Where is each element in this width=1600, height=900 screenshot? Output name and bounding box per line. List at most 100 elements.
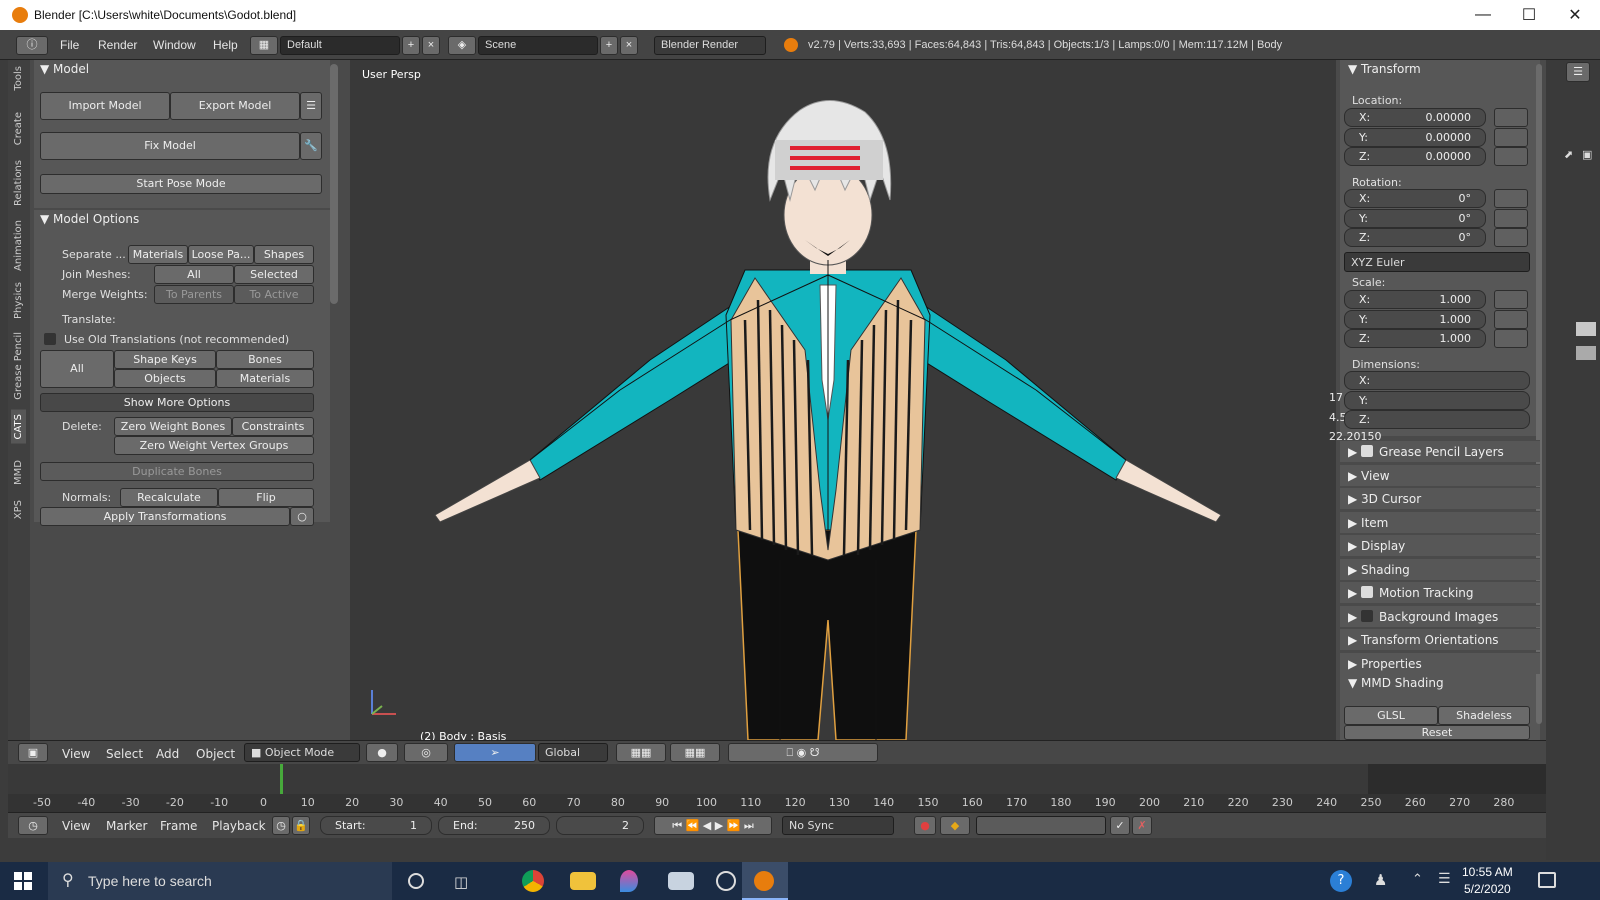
view3d-menu-add[interactable]: Add: [156, 747, 179, 761]
model-menu-icon[interactable]: ☰: [300, 92, 322, 120]
sync-select[interactable]: No Sync: [782, 816, 894, 835]
add-scene-icon[interactable]: +: [600, 36, 618, 55]
playback-controls[interactable]: ⏮ ⏪ ◀ ▶ ⏩ ⏭: [654, 816, 772, 835]
tab-mmd[interactable]: MMD: [13, 460, 24, 485]
record-icon[interactable]: ●: [914, 816, 936, 835]
remove-scene-icon[interactable]: ×: [620, 36, 638, 55]
transform-header[interactable]: ▼ Transform: [1348, 62, 1421, 76]
help-icon[interactable]: ?: [1330, 870, 1352, 892]
lock-icon[interactable]: [1494, 147, 1528, 166]
panel-motion-tracking[interactable]: ▶ Motion Tracking: [1340, 581, 1540, 603]
chrome-icon[interactable]: [522, 870, 544, 892]
pivot-icon[interactable]: ◎: [404, 743, 448, 762]
lock-icon[interactable]: [1494, 228, 1528, 247]
tab-grease-pencil[interactable]: Grease Pencil: [13, 332, 24, 400]
view3d-menu-view[interactable]: View: [62, 747, 90, 761]
maximize-icon[interactable]: ☐: [1506, 0, 1552, 30]
tab-create[interactable]: Create: [13, 112, 24, 145]
timeline-menu-playback[interactable]: Playback: [212, 819, 266, 833]
shape-keys-button[interactable]: Shape Keys: [114, 350, 216, 369]
timeline-menu-frame[interactable]: Frame: [160, 819, 197, 833]
rotation-mode-select[interactable]: XYZ Euler: [1344, 252, 1530, 272]
translate-all-button[interactable]: All: [40, 350, 114, 388]
lock-icon[interactable]: [1494, 329, 1528, 348]
import-model-button[interactable]: Import Model: [40, 92, 170, 120]
zero-weight-groups-button[interactable]: Zero Weight Vertex Groups: [114, 436, 314, 455]
taskbar-search[interactable]: ⚲ Type here to search: [48, 862, 392, 900]
recalculate-button[interactable]: Recalculate: [120, 488, 218, 507]
dim-x-field[interactable]: X:17.07574: [1329, 371, 1530, 404]
viewport-shading-icon[interactable]: ●: [366, 743, 398, 762]
zero-weight-bones-button[interactable]: Zero Weight Bones: [114, 417, 232, 436]
add-layout-icon[interactable]: +: [402, 36, 420, 55]
panel-3d-cursor[interactable]: ▶ 3D Cursor: [1340, 487, 1540, 509]
camera-icon[interactable]: ▣: [1582, 148, 1592, 161]
scale-x-field[interactable]: X: 1.000: [1344, 290, 1486, 309]
flip-button[interactable]: Flip: [218, 488, 314, 507]
viewport-3d[interactable]: User Persp (2) Body : Basis: [350, 60, 1336, 743]
join-selected-button[interactable]: Selected: [234, 265, 314, 284]
lock-icon[interactable]: [1494, 309, 1528, 329]
app-icon[interactable]: [668, 872, 694, 890]
bones-button[interactable]: Bones: [216, 350, 314, 369]
location-x-field[interactable]: X: 0.00000: [1344, 108, 1486, 127]
separate-materials-button[interactable]: Materials: [128, 245, 188, 264]
notifications-icon[interactable]: [1538, 872, 1556, 888]
lock-icon[interactable]: 🔒: [292, 816, 310, 835]
apply-transformations-button[interactable]: Apply Transformations: [40, 507, 290, 526]
blender-task[interactable]: [742, 862, 788, 900]
rotation-y-field[interactable]: Y: 0°: [1344, 208, 1486, 228]
panel-toggle-checkbox[interactable]: [1361, 609, 1374, 622]
unity-icon[interactable]: [716, 871, 736, 891]
menu-file[interactable]: File: [60, 38, 79, 52]
panel-properties[interactable]: ▶ Properties: [1340, 651, 1540, 674]
orientation-select[interactable]: Global: [538, 743, 608, 762]
objects-button[interactable]: Objects: [114, 369, 216, 388]
dim-z-field[interactable]: Z: 22.20150: [1329, 410, 1530, 443]
start-pose-mode-button[interactable]: Start Pose Mode: [40, 174, 322, 194]
layout-icon[interactable]: ▦: [250, 36, 278, 55]
separate-loose-button[interactable]: Loose Pa...: [188, 245, 254, 264]
show-more-options-button[interactable]: Show More Options: [40, 393, 314, 412]
glsl-button[interactable]: GLSL: [1344, 706, 1438, 725]
paint-icon[interactable]: [620, 870, 638, 892]
current-frame-field[interactable]: 2: [556, 816, 644, 835]
timeline-menu-marker[interactable]: Marker: [106, 819, 147, 833]
scene-icon[interactable]: ◈: [448, 36, 476, 55]
constraints-button[interactable]: Constraints: [232, 417, 314, 436]
tab-relations[interactable]: Relations: [13, 160, 24, 206]
timeline-editor-icon[interactable]: ◷: [18, 816, 48, 835]
panel-view[interactable]: ▶ View: [1340, 463, 1540, 486]
old-translations-checkbox[interactable]: [44, 333, 56, 345]
shadeless-button[interactable]: Shadeless: [1438, 706, 1530, 725]
tab-xps[interactable]: XPS: [13, 500, 24, 519]
tab-tools[interactable]: Tools: [13, 66, 24, 91]
join-all-button[interactable]: All: [154, 265, 234, 284]
people-icon[interactable]: ♟: [1374, 871, 1387, 889]
panel-background-images[interactable]: ▶ Background Images: [1340, 604, 1540, 627]
object-mode-select[interactable]: ■ Object Mode: [244, 743, 360, 762]
materials-translate-button[interactable]: Materials: [216, 369, 314, 388]
dim-y-field[interactable]: Y:4.56955: [1329, 390, 1530, 424]
lock-icon[interactable]: [1494, 208, 1528, 228]
panel-display[interactable]: ▶ Display: [1340, 534, 1540, 556]
layout-field[interactable]: Default: [280, 36, 400, 55]
task-view-icon[interactable]: ◫: [454, 873, 468, 891]
panel-grease-pencil-layers[interactable]: ▶ Grease Pencil Layers: [1340, 440, 1540, 462]
mmd-shading-header[interactable]: ▼ MMD Shading: [1348, 676, 1444, 690]
cortana-icon[interactable]: [408, 873, 424, 889]
file-explorer-icon[interactable]: [570, 872, 596, 890]
delete-keyframe-icon[interactable]: ✗: [1132, 816, 1152, 835]
view3d-menu-object[interactable]: Object: [196, 747, 235, 761]
tab-animation[interactable]: Animation: [13, 220, 24, 271]
tool-shelf-scrollbar[interactable]: [330, 64, 338, 304]
panel-shading[interactable]: ▶ Shading: [1340, 557, 1540, 580]
location-y-field[interactable]: Y: 0.00000: [1344, 127, 1486, 147]
timeline[interactable]: -50 -40 -30 -20 -10 0 10 20 30 40 50 60 70 80 90 100 110…: [8, 764, 1546, 812]
lock-icon[interactable]: [1494, 127, 1528, 147]
menu-help[interactable]: Help: [213, 38, 238, 52]
panel-item[interactable]: ▶ Item: [1340, 510, 1540, 533]
keying-set-field[interactable]: [976, 816, 1106, 835]
lock-icon[interactable]: [1494, 290, 1528, 309]
end-frame-field[interactable]: End: 250: [438, 816, 550, 835]
